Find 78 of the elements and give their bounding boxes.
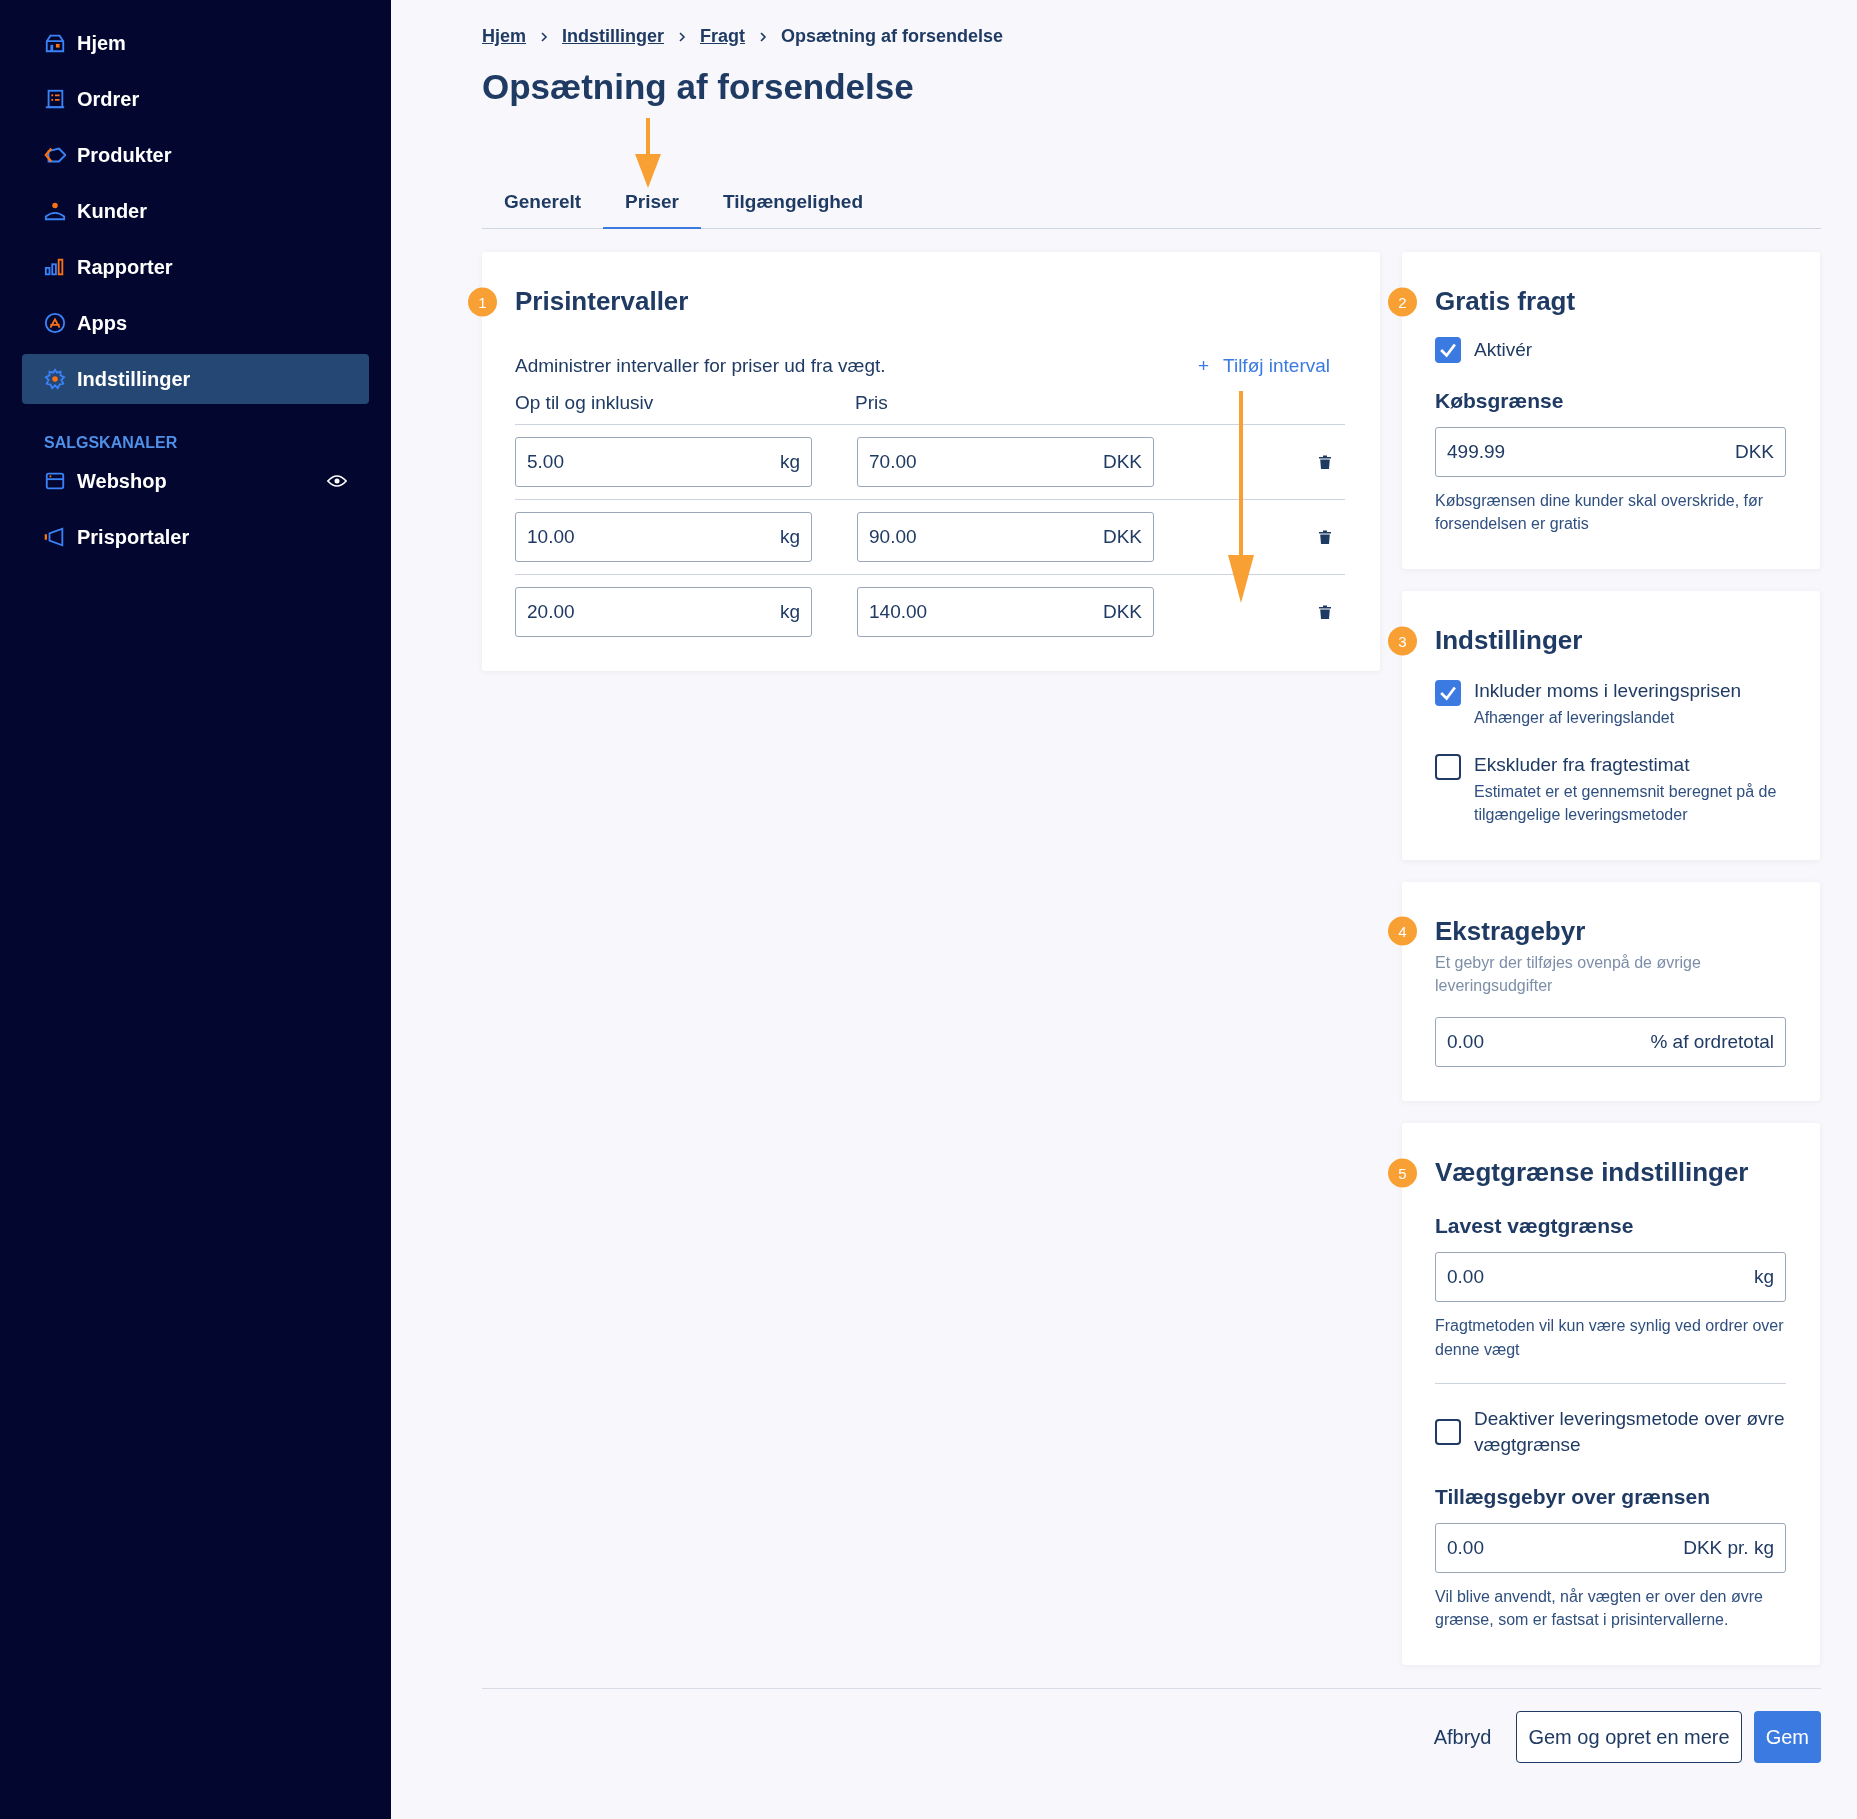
settings-icon: [44, 368, 66, 390]
description-text: Administrer intervaller for priser ud fra vægt.: [515, 355, 886, 377]
arrow-drawing: [633, 118, 663, 188]
price-field[interactable]: 70.00 DKK: [857, 437, 1154, 487]
store-icon: [44, 470, 66, 492]
card-title: Gratis fragt: [1435, 286, 1577, 317]
checkbox-label: Inkluder moms i leveringsprisen: [1474, 680, 1742, 703]
page-title: Opsætning af forsendelse: [482, 67, 915, 107]
sidebar-item[interactable]: Hjem: [22, 18, 369, 68]
step-badge: 4: [1388, 916, 1417, 946]
apps-icon: [44, 312, 66, 334]
help-text: Fragtmetoden vil kun være synlig ved ordrer over denne vægt: [1435, 1316, 1785, 1360]
help-text: Vil blive anvendt, når vægten er over den øvre grænse, som er fastsat i prisintervallerne.: [1435, 1586, 1764, 1631]
weight-field[interactable]: 5.00 kg: [515, 437, 812, 487]
megaphone-icon: [44, 526, 66, 548]
trash-icon[interactable]: [1319, 455, 1331, 469]
breadcrumb-link[interactable]: Fragt: [700, 26, 746, 47]
section-heading: SALGSKANALER: [43, 433, 179, 453]
cancel-button[interactable]: Afbryd: [1420, 1711, 1505, 1764]
sidebar-item[interactable]: Kunder: [22, 186, 369, 236]
trash-icon[interactable]: [1319, 605, 1331, 619]
eye-icon[interactable]: [327, 474, 347, 488]
add-interval-link[interactable]: + Tilføj interval: [1197, 355, 1330, 377]
card-subtitle: Et gebyr der tilføjes ovenpå de øvrige leveringsudgifter: [1435, 952, 1702, 997]
checkbox[interactable]: [1435, 753, 1461, 780]
tab[interactable]: Priser: [603, 191, 701, 229]
sidebar-item[interactable]: Apps: [22, 298, 369, 348]
card-title: Indstillinger: [1435, 625, 1584, 657]
field-label: Tillægsgebyr over grænsen: [1435, 1484, 1712, 1509]
sidebar-item[interactable]: Indstillinger: [22, 354, 369, 404]
tab[interactable]: Generelt: [482, 191, 604, 229]
surcharge-field[interactable]: 0.00 DKK pr. kg: [1435, 1522, 1786, 1573]
checkbox[interactable]: [1435, 680, 1461, 707]
sidebar-item[interactable]: Webshop: [22, 456, 369, 506]
trash-icon[interactable]: [1319, 530, 1331, 544]
sidebar-item[interactable]: Ordrer: [22, 74, 369, 124]
column-header: Op til og inklusiv: [515, 392, 655, 414]
checkbox-label: Deaktiver leveringsmetode over øvre vægtgrænse: [1474, 1406, 1786, 1458]
step-badge: 3: [1388, 626, 1417, 656]
price-field[interactable]: 140.00 DKK: [857, 587, 1154, 637]
fee-field[interactable]: 0.00 % af ordretotal: [1435, 1017, 1786, 1068]
hint-text: Estimatet er et gennemsnit beregnet på de tilgængelige leveringsmetoder: [1474, 781, 1778, 825]
step-badge: 2: [1388, 287, 1417, 316]
sidebar-item[interactable]: Rapporter: [22, 242, 369, 292]
weight-field[interactable]: 20.00 kg: [515, 587, 812, 637]
chevron-icon: [540, 30, 548, 43]
price-field[interactable]: 90.00 DKK: [857, 512, 1154, 562]
card-title: Prisintervaller: [515, 286, 690, 317]
checkbox[interactable]: [1435, 337, 1461, 363]
field-label: Lavest vægtgrænse: [1435, 1214, 1635, 1239]
tab[interactable]: Tilgængelighed: [700, 191, 885, 229]
card-title: Vægtgrænse indstillinger: [1435, 1157, 1750, 1189]
weight-field[interactable]: 0.00 kg: [1435, 1252, 1786, 1303]
save-and-new-button[interactable]: Gem og opret en mere: [1516, 1711, 1742, 1764]
breadcrumb-current: Opsætning af forsendelse: [781, 26, 1004, 47]
field-label: Købsgrænse: [1435, 389, 1565, 413]
breadcrumb-link[interactable]: Indstillinger: [562, 26, 665, 47]
save-button[interactable]: Gem: [1753, 1711, 1821, 1764]
column-header: Pris: [855, 392, 888, 414]
step-badge: 1: [468, 287, 497, 316]
chevron-icon: [759, 30, 768, 43]
sidebar-item[interactable]: Prisportaler: [22, 512, 369, 562]
chevron-icon: [678, 30, 687, 43]
checkbox-label: Aktivér: [1474, 339, 1533, 361]
checkbox-label: Ekskluder fra fragtestimat: [1474, 753, 1691, 776]
sidebar-item[interactable]: Produkter: [22, 130, 369, 180]
breadcrumb-link[interactable]: Hjem: [482, 26, 526, 47]
hint-text: Afhænger af leveringslandet: [1474, 708, 1676, 729]
amount-field[interactable]: 499.99 DKK: [1435, 427, 1786, 477]
list-icon: [44, 88, 66, 110]
checkbox[interactable]: [1435, 1419, 1461, 1446]
person-icon: [44, 200, 66, 222]
card-title: Ekstragebyr: [1435, 915, 1587, 947]
home-icon: [44, 32, 66, 54]
help-text: Købsgrænsen dine kunder skal overskride, før forsendelsen er gratis: [1435, 491, 1765, 535]
step-badge: 5: [1388, 1158, 1417, 1188]
weight-field[interactable]: 10.00 kg: [515, 512, 812, 562]
bar-chart-icon: [44, 256, 66, 278]
